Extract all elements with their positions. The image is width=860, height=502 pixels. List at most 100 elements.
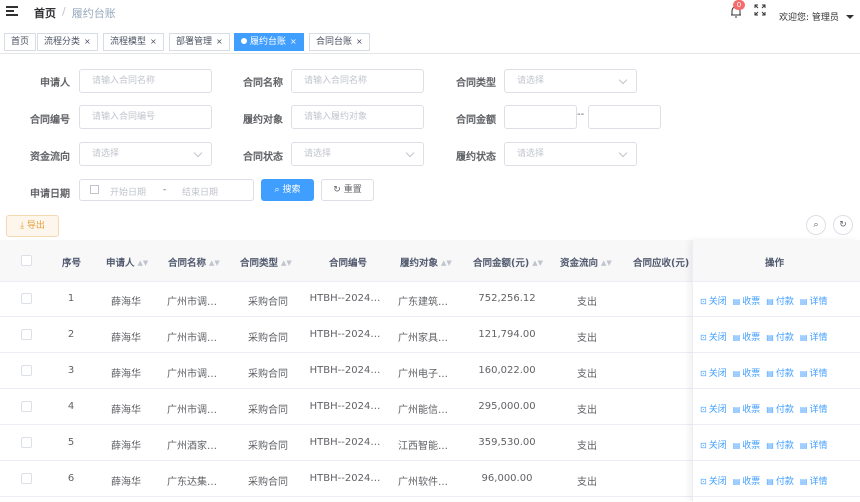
action-link[interactable]: ▤ 详情 <box>800 294 828 307</box>
close-icon[interactable]: × <box>150 37 157 46</box>
fund-flow-select[interactable]: 请选择 <box>79 142 212 166</box>
header-amount[interactable]: 合同金额(元) ▲▼ <box>473 255 543 269</box>
row-fund-flow: 支出 <box>577 405 597 416</box>
action-link[interactable]: ▤ 详情 <box>800 366 828 379</box>
action-link[interactable]: ⊡ 关闭 <box>700 402 727 415</box>
fullscreen-icon[interactable] <box>754 4 766 16</box>
action-link[interactable]: ▤ 详情 <box>800 330 828 343</box>
action-link[interactable]: ▤ 收票 <box>733 438 761 451</box>
row-checkbox[interactable] <box>21 473 32 484</box>
row-checkbox[interactable] <box>21 401 32 412</box>
contract-name-input[interactable]: 请输入合同名称 <box>291 69 424 93</box>
sort-icon: ▲▼ <box>209 259 220 267</box>
tag-performance-ledger[interactable]: 履约台账 × <box>234 33 304 51</box>
tag-process-category[interactable]: 流程分类 × <box>37 33 98 51</box>
start-date-input[interactable]: 开始日期 <box>110 185 146 198</box>
action-link[interactable]: ▤ 付款 <box>766 438 794 451</box>
close-doc-icon: ⊡ <box>700 297 707 306</box>
contract-no-input[interactable]: 请输入合同编号 <box>79 105 212 129</box>
perform-status-select[interactable]: 请选择 <box>504 142 637 166</box>
row-checkbox[interactable] <box>21 365 32 376</box>
action-link[interactable]: ▤ 付款 <box>766 402 794 415</box>
header-perform-obj[interactable]: 履约对象 ▲▼ <box>400 255 452 269</box>
action-link[interactable]: ▤ 详情 <box>800 438 828 451</box>
action-link[interactable]: ▤ 收票 <box>733 366 761 379</box>
action-link[interactable]: ⊡ 关闭 <box>700 366 727 379</box>
action-label: 付款 <box>775 333 794 343</box>
contract-status-label: 合同状态 <box>243 152 283 163</box>
user-dropdown-icon[interactable] <box>846 15 854 19</box>
apply-date-range-picker[interactable]: 开始日期 - 结束日期 <box>79 179 254 201</box>
close-icon[interactable]: × <box>290 37 297 46</box>
action-link[interactable]: ⊡ 关闭 <box>700 438 727 451</box>
toggle-search-button[interactable]: ⌕ <box>806 215 826 235</box>
action-link[interactable]: ▤ 付款 <box>766 474 794 487</box>
header-fund-flow[interactable]: 资金流向 ▲▼ <box>560 255 612 269</box>
action-link[interactable]: ⊡ 关闭 <box>700 294 727 307</box>
action-link[interactable]: ▤ 付款 <box>766 330 794 343</box>
action-link[interactable]: ⊡ 关闭 <box>700 474 727 487</box>
end-date-input[interactable]: 结束日期 <box>182 185 218 198</box>
applicant-input[interactable]: 请输入合同名称 <box>79 69 212 93</box>
header-contract-type[interactable]: 合同类型 ▲▼ <box>240 255 292 269</box>
refresh-icon: ↻ <box>839 220 847 230</box>
row-index: 1 <box>67 293 75 304</box>
header-actions: 操作 <box>765 258 785 269</box>
action-link[interactable]: ▤ 付款 <box>766 366 794 379</box>
sort-icon: ▲▼ <box>532 259 543 267</box>
welcome-text[interactable]: 欢迎您: 管理员 <box>779 10 839 23</box>
download-icon: ⤓ <box>20 221 27 231</box>
hamburger-icon[interactable] <box>6 6 18 17</box>
row-perform-obj: 广州软件… <box>398 477 448 488</box>
close-icon[interactable]: × <box>356 37 363 46</box>
detail-icon: ▤ <box>799 297 808 306</box>
header-contract-name[interactable]: 合同名称 ▲▼ <box>168 255 220 269</box>
action-link[interactable]: ▤ 收票 <box>733 294 761 307</box>
row-checkbox[interactable] <box>21 437 32 448</box>
chevron-down-icon <box>618 148 628 158</box>
chevron-down-icon <box>405 148 415 158</box>
action-label: 详情 <box>809 477 828 487</box>
row-contract-name: 广州市调… <box>167 369 217 380</box>
refresh-button[interactable]: ↻ <box>833 215 853 235</box>
row-contract-type: 采购合同 <box>248 369 288 380</box>
fund-flow-label: 资金流向 <box>30 152 70 163</box>
perform-obj-input[interactable]: 请输入履约对象 <box>291 105 424 129</box>
search-button[interactable]: ⌕ 搜索 <box>261 179 314 201</box>
action-link[interactable]: ▤ 收票 <box>733 474 761 487</box>
action-label: 关闭 <box>708 477 727 487</box>
export-button[interactable]: ⤓ 导出 <box>6 215 59 237</box>
action-label: 收票 <box>742 441 761 451</box>
contract-status-select[interactable]: 请选择 <box>291 142 424 166</box>
row-perform-obj: 广州家具… <box>398 333 448 344</box>
row-contract-type: 采购合同 <box>248 297 288 308</box>
action-link[interactable]: ▤ 收票 <box>733 402 761 415</box>
row-amount: 752,256.12 <box>478 293 536 304</box>
action-link[interactable]: ▤ 付款 <box>766 294 794 307</box>
close-icon[interactable]: × <box>216 37 223 46</box>
action-link[interactable]: ▤ 收票 <box>733 330 761 343</box>
action-link[interactable]: ▤ 详情 <box>800 474 828 487</box>
select-all-checkbox[interactable] <box>21 255 32 266</box>
receipt-icon: ▤ <box>732 477 741 486</box>
close-icon[interactable]: × <box>84 37 91 46</box>
tag-contract-ledger[interactable]: 合同台账 × <box>309 33 370 51</box>
tag-process-model[interactable]: 流程模型 × <box>103 33 164 51</box>
amount-max-input[interactable] <box>588 105 661 129</box>
row-checkbox[interactable] <box>21 293 32 304</box>
row-contract-name: 广州市调… <box>167 297 217 308</box>
tag-deploy-management[interactable]: 部署管理 × <box>169 33 230 51</box>
row-contract-type: 采购合同 <box>248 405 288 416</box>
tag-home[interactable]: 首页 <box>4 33 37 51</box>
row-checkbox[interactable] <box>21 329 32 340</box>
reset-button[interactable]: ↻ 重置 <box>321 179 374 201</box>
select-placeholder: 请选择 <box>92 149 120 159</box>
detail-icon: ▤ <box>799 405 808 414</box>
amount-min-input[interactable] <box>504 105 577 129</box>
header-applicant[interactable]: 申请人 ▲▼ <box>106 255 148 269</box>
action-link[interactable]: ⊡ 关闭 <box>700 330 727 343</box>
contract-type-select[interactable]: 请选择 <box>504 69 637 93</box>
action-link[interactable]: ▤ 详情 <box>800 402 828 415</box>
breadcrumb-home[interactable]: 首页 <box>34 5 56 21</box>
row-amount: 359,530.00 <box>478 437 536 448</box>
